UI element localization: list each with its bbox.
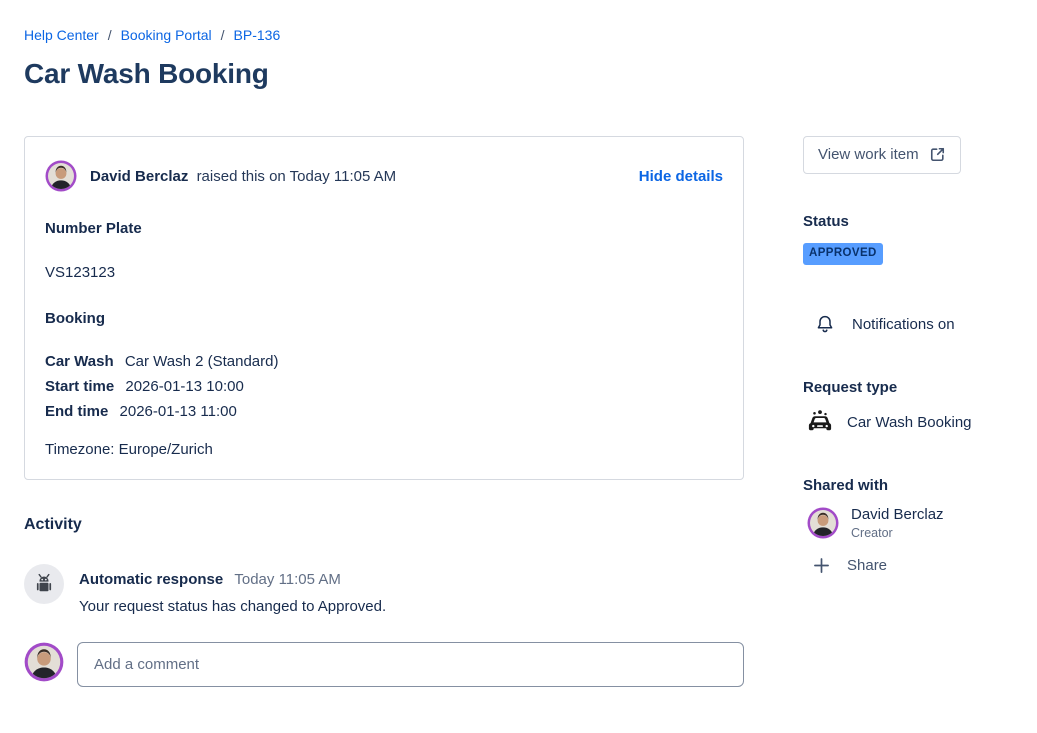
status-heading: Status xyxy=(803,213,999,230)
car-wash-icon xyxy=(805,409,835,436)
reporter-avatar xyxy=(45,160,77,192)
view-work-item-button[interactable]: View work item xyxy=(803,136,961,174)
bell-icon xyxy=(815,314,835,335)
shared-person-avatar xyxy=(807,507,839,539)
shared-person-role: Creator xyxy=(851,526,944,540)
activity-message: Your request status has changed to Appro… xyxy=(79,598,386,615)
plus-icon xyxy=(813,557,830,574)
booking-row-car-wash: Car Wash Car Wash 2 (Standard) xyxy=(45,349,723,374)
booking-row-label: Start time xyxy=(45,378,114,395)
activity-author: Automatic response xyxy=(79,571,223,588)
automation-robot-icon xyxy=(24,564,64,604)
share-button[interactable]: Share xyxy=(803,557,887,574)
breadcrumb-link-help-center[interactable]: Help Center xyxy=(24,27,99,43)
breadcrumb: Help Center / Booking Portal / BP-136 xyxy=(24,27,1013,43)
booking-details: Car Wash Car Wash 2 (Standard) Start tim… xyxy=(45,349,723,424)
field-value-number-plate: VS123123 xyxy=(45,264,723,281)
reporter-name: David Berclaz xyxy=(90,168,188,185)
request-detail-page: Help Center / Booking Portal / BP-136 Ca… xyxy=(0,0,1037,687)
shared-person-info: David Berclaz Creator xyxy=(851,506,944,540)
booking-row-value: 2026-01-13 10:00 xyxy=(125,378,243,395)
booking-row-value: 2026-01-13 11:00 xyxy=(120,403,237,420)
shared-person-name: David Berclaz xyxy=(851,506,944,523)
status-badge: APPROVED xyxy=(803,243,883,265)
booking-row-end-time: End time 2026-01-13 11:00 xyxy=(45,399,723,424)
booking-row-value: Car Wash 2 (Standard) xyxy=(125,353,279,370)
comment-composer xyxy=(24,642,744,687)
main-column: David Berclaz raised this on Today 11:05… xyxy=(24,136,744,687)
raised-timestamp-text: raised this on Today 11:05 AM xyxy=(197,168,397,185)
breadcrumb-link-request-key[interactable]: BP-136 xyxy=(234,27,281,43)
activity-item: Automatic response Today 11:05 AM Your r… xyxy=(24,564,744,615)
shared-person-row: David Berclaz Creator xyxy=(803,506,999,540)
booking-row-label: End time xyxy=(45,403,108,420)
page-title: Car Wash Booking xyxy=(24,56,1013,92)
breadcrumb-separator: / xyxy=(108,27,112,43)
request-type-heading: Request type xyxy=(803,379,999,396)
add-comment-input[interactable] xyxy=(77,642,744,687)
booking-row-start-time: Start time 2026-01-13 10:00 xyxy=(45,374,723,399)
activity-item-content: Automatic response Today 11:05 AM Your r… xyxy=(79,564,386,615)
timezone-text: Timezone: Europe/Zurich xyxy=(45,441,723,458)
reporter-line: David Berclaz raised this on Today 11:05… xyxy=(90,168,396,185)
activity-author-line: Automatic response Today 11:05 AM xyxy=(79,571,386,588)
share-label: Share xyxy=(847,557,887,574)
view-work-item-label: View work item xyxy=(818,146,919,163)
request-type-value: Car Wash Booking xyxy=(847,414,972,431)
request-type-row: Car Wash Booking xyxy=(803,409,999,436)
notifications-label: Notifications on xyxy=(852,316,955,333)
booking-row-label: Car Wash xyxy=(45,353,114,370)
field-label-booking: Booking xyxy=(45,310,723,327)
current-user-avatar xyxy=(24,642,64,682)
notifications-toggle[interactable]: Notifications on xyxy=(803,314,955,335)
request-card-header: David Berclaz raised this on Today 11:05… xyxy=(45,160,723,192)
shared-with-heading: Shared with xyxy=(803,477,999,494)
external-link-icon xyxy=(929,146,946,163)
hide-details-button[interactable]: Hide details xyxy=(639,168,723,185)
breadcrumb-separator: / xyxy=(221,27,225,43)
request-details-card: David Berclaz raised this on Today 11:05… xyxy=(24,136,744,480)
sidebar: View work item Status APPROVED xyxy=(803,136,999,574)
activity-timestamp: Today 11:05 AM xyxy=(234,571,340,588)
activity-heading: Activity xyxy=(24,516,744,534)
breadcrumb-link-booking-portal[interactable]: Booking Portal xyxy=(121,27,212,43)
field-label-number-plate: Number Plate xyxy=(45,220,723,237)
